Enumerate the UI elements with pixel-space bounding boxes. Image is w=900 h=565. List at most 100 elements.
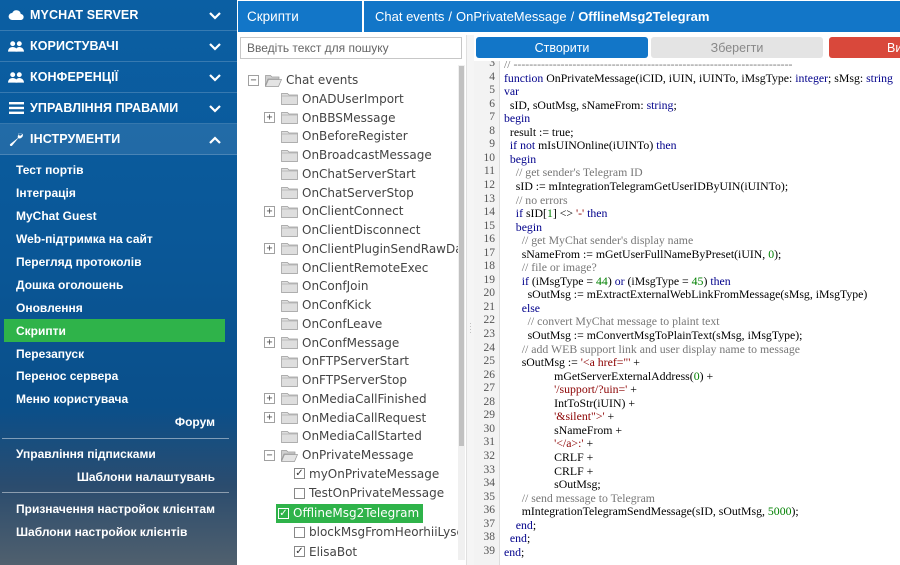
script-item[interactable]: ✓ ElisaBot xyxy=(294,543,357,561)
tree-node[interactable]: + OnMediaCallFinished xyxy=(264,390,427,408)
breadcrumb-item[interactable]: Chat events xyxy=(375,9,444,24)
sidebar-section[interactable]: ІНСТРУМЕНТИ xyxy=(0,124,237,155)
tree-node[interactable]: OnBeforeRegister xyxy=(264,127,408,145)
expand-toggle[interactable]: + xyxy=(264,205,275,217)
chevron-down-icon[interactable] xyxy=(209,71,221,85)
sidebar-section[interactable]: КОРИСТУВАЧІ xyxy=(0,31,237,62)
sidebar-item[interactable]: Скрипти xyxy=(4,319,225,343)
code-line[interactable]: sID := mIntegrationTelegramGetUserIDByUI… xyxy=(504,179,788,193)
code-line[interactable]: result := true; xyxy=(504,125,574,139)
sidebar-item[interactable]: Форум xyxy=(0,411,237,434)
tree-node[interactable]: + OnConfMessage xyxy=(264,334,399,352)
tree-node[interactable]: OnFTPServerStop xyxy=(264,371,407,389)
code-line[interactable]: '&silent">' + xyxy=(504,409,614,423)
code-line[interactable]: sOutMsg := '<a href="' + xyxy=(504,355,640,369)
expand-toggle[interactable]: + xyxy=(264,337,275,348)
sidebar-item[interactable]: Тест портів xyxy=(0,159,237,182)
code-line[interactable]: // -------------------------------------… xyxy=(504,61,792,71)
save-button[interactable]: Зберегти xyxy=(651,37,823,58)
tree-root[interactable]: − Chat events xyxy=(248,71,358,89)
tree-node[interactable]: OnChatServerStart xyxy=(264,165,416,183)
code-line[interactable]: // get MyChat sender's display name xyxy=(504,233,694,247)
sidebar-item[interactable]: Меню користувача xyxy=(0,388,237,411)
code-line[interactable]: end; xyxy=(504,518,536,532)
sidebar-item[interactable]: Призначення настройок клієнтам xyxy=(0,497,237,520)
expand-toggle[interactable]: + xyxy=(264,243,275,255)
code-line[interactable]: CRLF + xyxy=(504,450,593,464)
sidebar-item[interactable]: Шаблони настройок клієнтів xyxy=(0,520,237,543)
breadcrumb-item[interactable]: OnPrivateMessage xyxy=(456,9,567,24)
code-line[interactable]: if not mIsUINOnline(iUINTo) then xyxy=(504,138,677,152)
tree-node[interactable]: OnChatServerStop xyxy=(264,184,414,202)
code-line[interactable]: '/support/?uin=' + xyxy=(504,382,637,396)
code-line[interactable]: if (iMsgType = 44) or (iMsgType = 45) th… xyxy=(504,274,731,288)
sidebar-section[interactable]: КОНФЕРЕНЦІЇ xyxy=(0,62,237,93)
create-button[interactable]: Створити xyxy=(476,37,648,58)
code-line[interactable]: sOutMsg; xyxy=(504,477,601,491)
expand-toggle[interactable]: + xyxy=(264,393,275,405)
code-line[interactable]: sOutMsg := mConvertMsgToPlainText(sMsg, … xyxy=(504,328,803,342)
code-line[interactable]: begin xyxy=(504,111,530,125)
sidebar-section[interactable]: MYCHAT SERVER xyxy=(0,0,237,31)
script-item[interactable]: TestOnPrivateMessage xyxy=(294,484,444,502)
code-line[interactable]: sNameFrom := mGetUserFullNameByPreset(iU… xyxy=(504,247,782,261)
code-line[interactable]: sID, sOutMsg, sNameFrom: string; xyxy=(504,98,677,112)
code-editor[interactable]: 3 4 5 6 7 8 9 10 11 12 13 14 15 16 17 18 19 20 21 22 23 24 25 2… xyxy=(474,61,900,565)
tree-node[interactable]: OnClientRemoteExec xyxy=(264,259,428,277)
tree-node[interactable]: OnConfLeave xyxy=(264,315,382,333)
chevron-up-icon[interactable] xyxy=(209,133,221,147)
collapse-toggle[interactable]: − xyxy=(264,449,275,461)
expand-toggle[interactable]: + xyxy=(264,412,275,423)
sidebar-item[interactable]: Перезапуск xyxy=(0,342,237,365)
tree-node[interactable]: OnADUserImport xyxy=(264,90,404,108)
code-line[interactable]: mGetServerExternalAddress(0) + xyxy=(504,369,713,383)
tree-scrollbar-thumb[interactable] xyxy=(459,66,464,446)
tree-node[interactable]: + OnClientPluginSendRawData xyxy=(264,240,462,258)
code-line[interactable]: // convert MyChat message to plaint text xyxy=(504,314,720,328)
script-item[interactable]: ✓ myOnPrivateMessage xyxy=(294,465,439,483)
code-line[interactable]: '</a>:' + xyxy=(504,436,593,450)
sidebar-item[interactable]: Web-підтримка на сайт xyxy=(0,228,237,251)
tree-node[interactable]: + OnMediaCallRequest xyxy=(264,409,426,427)
chevron-down-icon[interactable] xyxy=(209,40,221,54)
sidebar-section[interactable]: УПРАВЛІННЯ ПРАВАМИ xyxy=(0,93,237,124)
tree-node[interactable]: OnConfKick xyxy=(264,296,371,314)
code-line[interactable]: // file or image? xyxy=(504,260,597,274)
sidebar-item[interactable]: Управління підписками xyxy=(0,443,237,466)
tree-node[interactable]: OnBroadcastMessage xyxy=(264,146,432,164)
script-item[interactable]: ✓ OfflineMsg2Telegram xyxy=(276,503,424,523)
code-line[interactable]: sNameFrom + xyxy=(504,423,622,437)
code-line[interactable]: mIntegrationTelegramSendMessage(sID, sOu… xyxy=(504,504,799,518)
tree-node[interactable]: − OnPrivateMessage xyxy=(264,446,413,464)
sidebar-item[interactable]: Перегляд протоколів xyxy=(0,251,237,274)
script-item[interactable]: blockMsgFromHeorhiiLysenko xyxy=(294,523,462,541)
chevron-down-icon[interactable] xyxy=(209,9,221,23)
code-line[interactable]: begin xyxy=(504,152,536,166)
panel-splitter[interactable] xyxy=(466,35,474,565)
code-line[interactable]: if sID[1] <> '-' then xyxy=(504,206,608,220)
checkbox-checked[interactable]: ✓ xyxy=(294,546,305,558)
tree-node[interactable]: OnFTPServerStart xyxy=(264,352,409,370)
tree-node[interactable]: OnMediaCallStarted xyxy=(264,427,422,445)
code-line[interactable]: end; xyxy=(504,545,524,559)
code-line[interactable]: CRLF + xyxy=(504,464,593,478)
code-line[interactable]: function OnPrivateMessage(iCID, iUIN, iU… xyxy=(504,71,893,85)
sidebar-item[interactable]: Перенос сервера xyxy=(0,365,237,388)
code-line[interactable]: // add WEB support link and user display… xyxy=(504,342,800,356)
tree-node[interactable]: + OnClientConnect xyxy=(264,202,403,220)
code-area[interactable]: // -------------------------------------… xyxy=(504,61,900,565)
checkbox-checked[interactable]: ✓ xyxy=(278,507,289,519)
tree-node[interactable]: OnClientDisconnect xyxy=(264,221,420,239)
code-line[interactable]: // no errors xyxy=(504,193,568,207)
code-line[interactable]: sOutMsg := mExtractExternalWebLinkFromMe… xyxy=(504,287,868,301)
code-line[interactable]: end; xyxy=(504,531,530,545)
code-line[interactable]: IntToStr(iUIN) + xyxy=(504,396,635,410)
code-line[interactable]: // get sender's Telegram ID xyxy=(504,165,643,179)
search-input[interactable] xyxy=(240,37,462,59)
code-line[interactable]: else xyxy=(504,301,540,315)
tree-node[interactable]: OnConfJoin xyxy=(264,277,368,295)
chevron-down-icon[interactable] xyxy=(209,102,221,116)
tree-node[interactable]: + OnBBSMessage xyxy=(264,109,396,127)
sidebar-item[interactable]: MyChat Guest xyxy=(0,205,237,228)
sidebar-item[interactable]: Інтеграція xyxy=(0,182,237,205)
